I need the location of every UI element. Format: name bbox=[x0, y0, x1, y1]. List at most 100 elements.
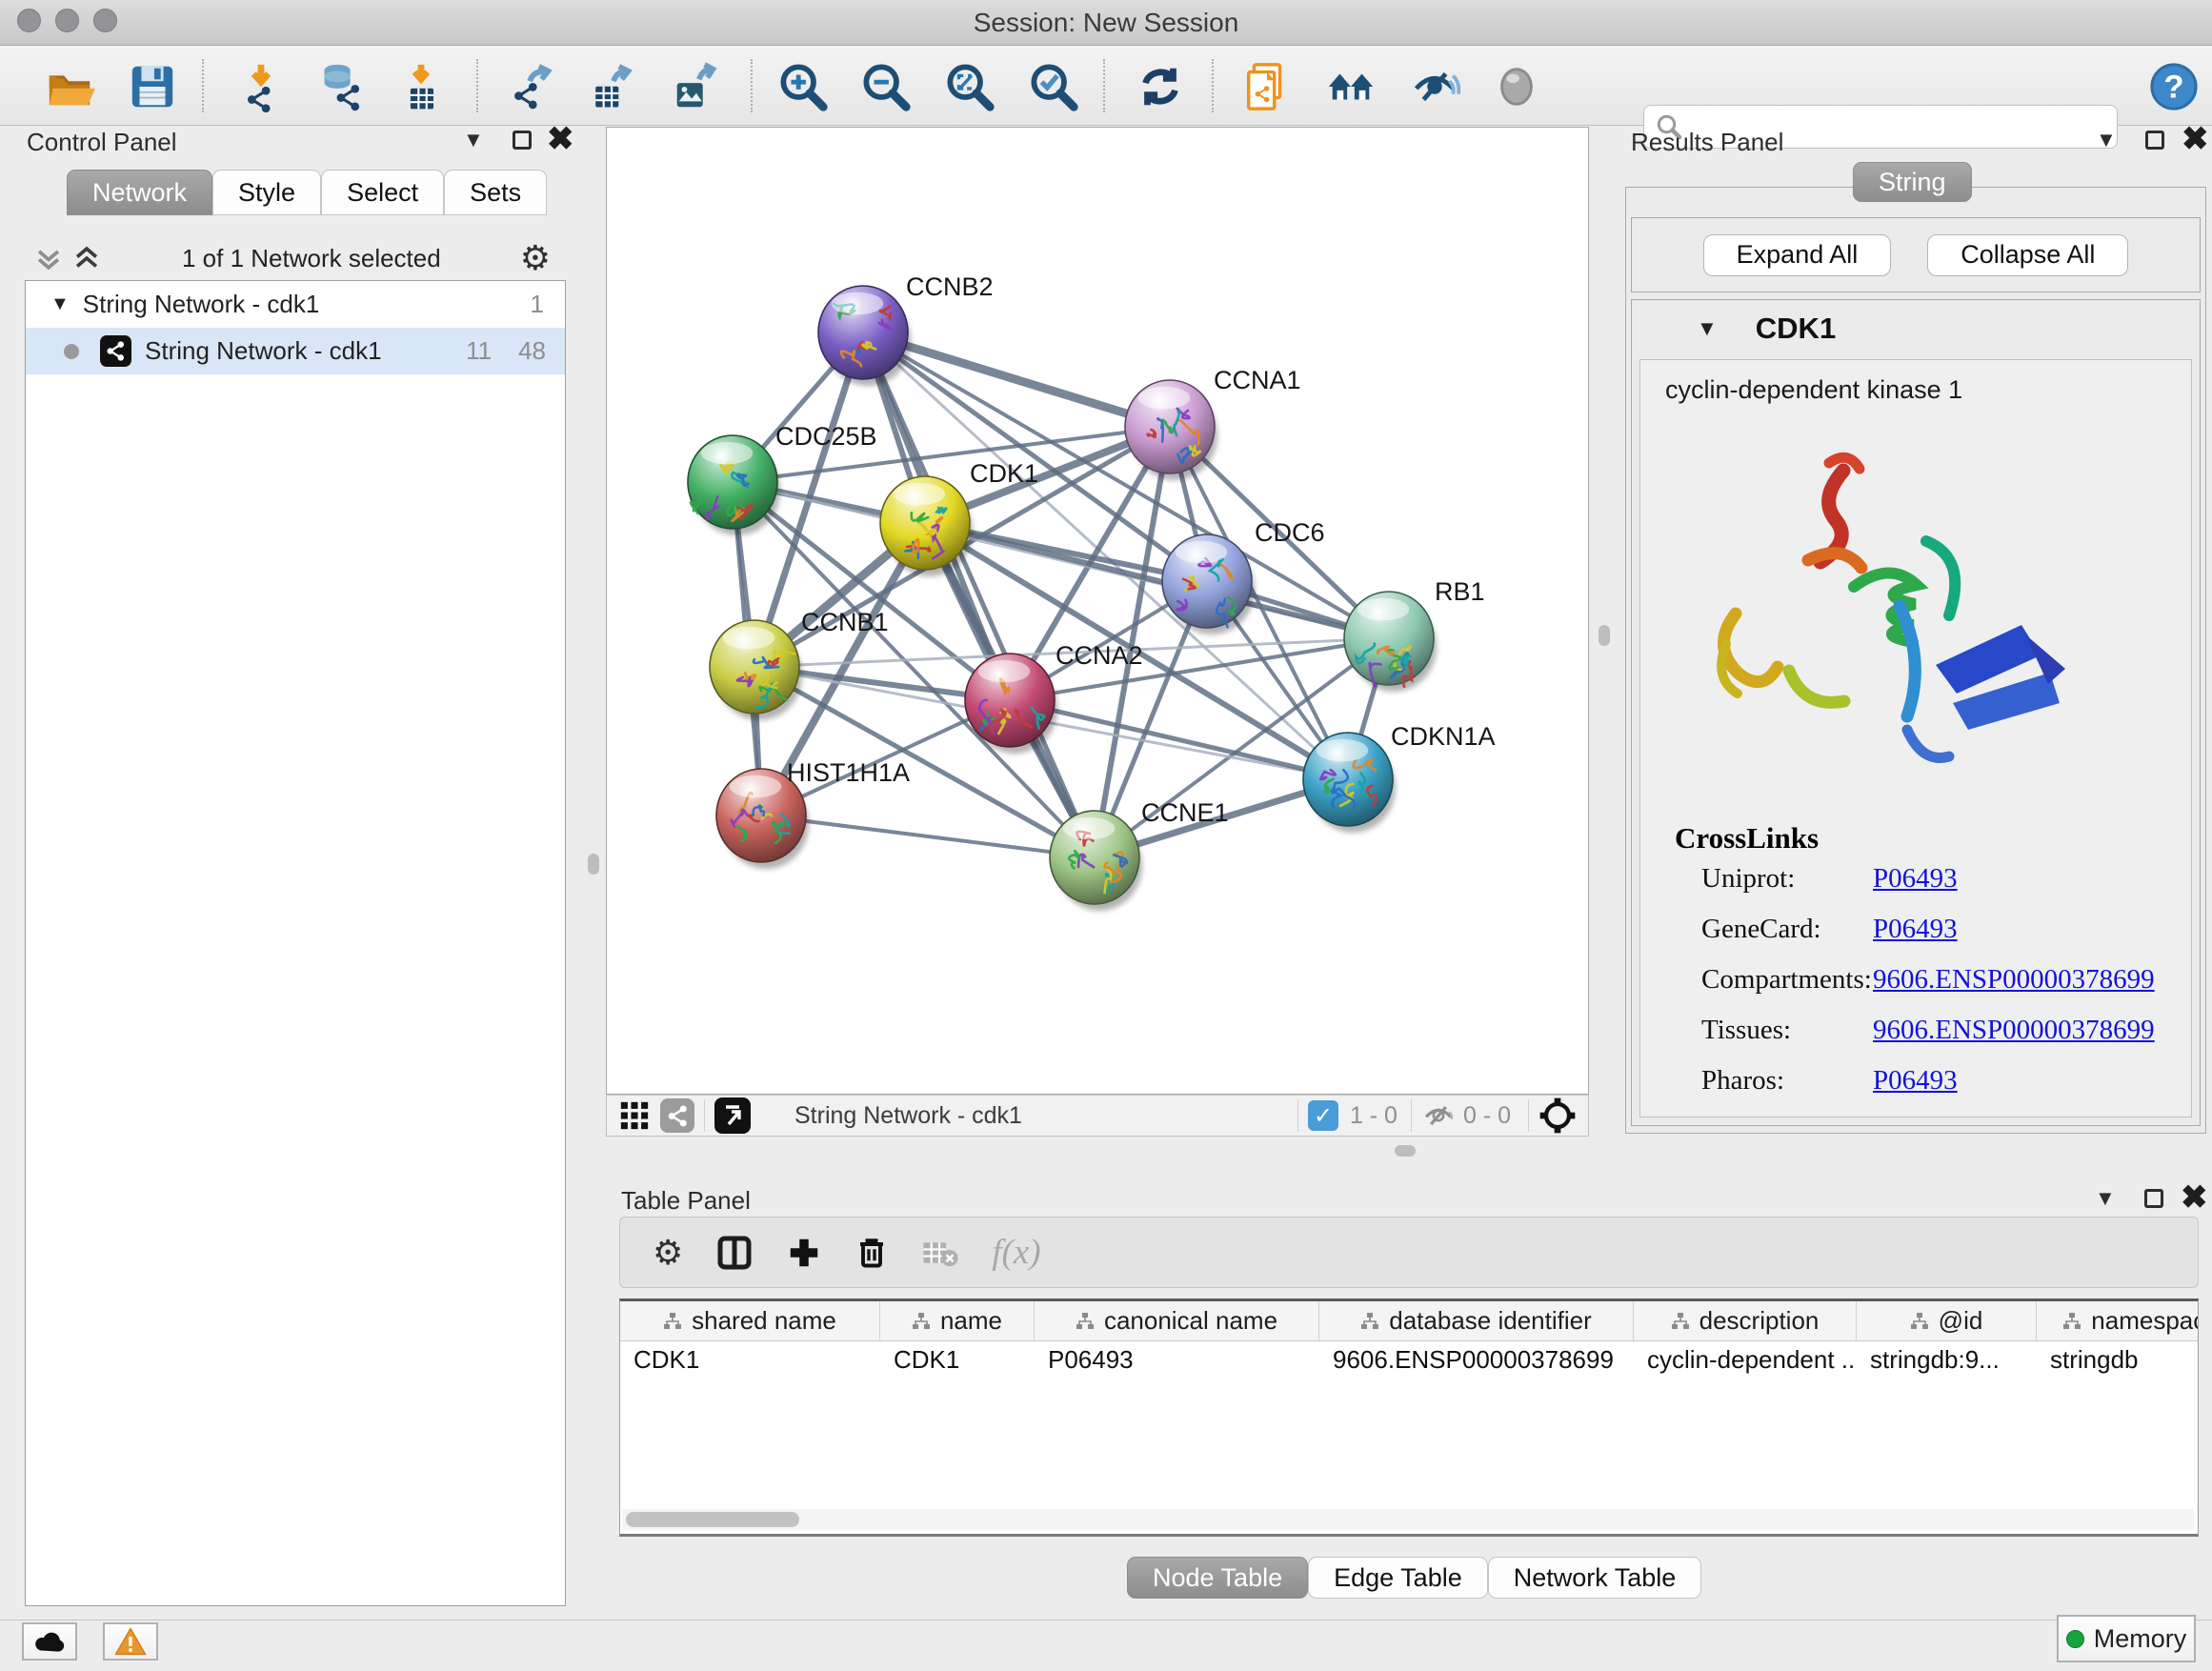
expand-all-button[interactable]: Expand All bbox=[1703, 234, 1892, 276]
import-network-from-database-button[interactable] bbox=[311, 58, 368, 115]
table-cell[interactable]: P06493 bbox=[1035, 1341, 1319, 1379]
export-image-button[interactable] bbox=[667, 58, 724, 115]
cloud-status-button[interactable] bbox=[22, 1622, 77, 1661]
column-header-shared-name[interactable]: shared name bbox=[620, 1301, 880, 1340]
save-session-button[interactable] bbox=[124, 58, 181, 115]
tab-style[interactable]: Style bbox=[212, 170, 321, 215]
tab-network-table[interactable]: Network Table bbox=[1488, 1557, 1702, 1599]
left-splitter-handle[interactable] bbox=[588, 854, 599, 875]
node-table-header: shared namenamecanonical namedatabase id… bbox=[620, 1301, 2198, 1341]
birdseye-view-icon[interactable] bbox=[1538, 1097, 1577, 1135]
node-table[interactable]: shared namenamecanonical namedatabase id… bbox=[619, 1299, 2199, 1537]
table-row[interactable]: CDK1CDK1P064939606.ENSP00000378699cyclin… bbox=[620, 1341, 2198, 1379]
table-cell[interactable]: CDK1 bbox=[620, 1341, 880, 1379]
node-label-cdkn1a: CDKN1A bbox=[1391, 722, 1496, 751]
table-settings-gear-icon[interactable]: ⚙ bbox=[653, 1236, 683, 1270]
export-table-button[interactable] bbox=[585, 58, 642, 115]
tab-network[interactable]: Network bbox=[67, 170, 212, 215]
column-type-icon bbox=[1910, 1312, 1929, 1331]
tab-node-table[interactable]: Node Table bbox=[1127, 1557, 1308, 1599]
table-cell[interactable]: 9606.ENSP00000378699 bbox=[1319, 1341, 1634, 1379]
grid-view-icon[interactable] bbox=[618, 1099, 651, 1132]
gene-section-header[interactable]: ▼ CDK1 bbox=[1632, 300, 2200, 357]
refresh-layout-button[interactable] bbox=[1132, 58, 1189, 115]
expand-all-icon[interactable] bbox=[70, 242, 103, 274]
network-row[interactable]: String Network - cdk1 11 48 bbox=[26, 328, 565, 374]
memory-button[interactable]: Memory bbox=[2057, 1615, 2196, 1662]
collapse-all-icon[interactable] bbox=[32, 242, 65, 274]
results-panel-float-icon[interactable] bbox=[2145, 131, 2164, 150]
node-gloss bbox=[1063, 817, 1116, 840]
network-edge[interactable] bbox=[761, 815, 1095, 857]
tab-edge-table[interactable]: Edge Table bbox=[1308, 1557, 1488, 1599]
string-import-button[interactable] bbox=[1238, 58, 1296, 115]
export-network-button[interactable] bbox=[503, 58, 560, 115]
import-table-button[interactable] bbox=[392, 58, 450, 115]
help-button[interactable]: ? bbox=[2145, 58, 2202, 115]
minimize-window-button[interactable] bbox=[55, 9, 79, 32]
bottom-splitter-handle[interactable] bbox=[1395, 1145, 1416, 1157]
network-collection-row[interactable]: ▼ String Network - cdk1 1 bbox=[26, 281, 565, 328]
table-cell[interactable]: stringdb:9... bbox=[1857, 1341, 2037, 1379]
zoom-out-button[interactable] bbox=[857, 58, 915, 115]
hide-unhide-button[interactable] bbox=[1406, 58, 1463, 115]
open-session-button[interactable] bbox=[41, 58, 98, 115]
column-header-description[interactable]: description bbox=[1634, 1301, 1857, 1340]
show-hide-panel-button[interactable] bbox=[1488, 58, 1545, 115]
zoom-window-button[interactable] bbox=[93, 9, 117, 32]
column-type-icon bbox=[2062, 1312, 2081, 1331]
table-panel-float-icon[interactable] bbox=[2144, 1189, 2163, 1208]
memory-label: Memory bbox=[2094, 1624, 2187, 1654]
column-header-namespace[interactable]: namespace bbox=[2037, 1301, 2199, 1340]
crosslink-tissues-link[interactable]: 9606.ENSP00000378699 bbox=[1873, 1015, 2155, 1046]
crosslink-uniprot-link[interactable]: P06493 bbox=[1873, 863, 1958, 895]
gene-disclosure-triangle-icon[interactable]: ▼ bbox=[1697, 316, 1718, 341]
table-panel-collapse-icon[interactable]: ▼ bbox=[2095, 1186, 2116, 1211]
network-options-gear-icon[interactable]: ⚙ bbox=[520, 241, 551, 275]
network-edge[interactable] bbox=[1010, 700, 1348, 779]
tab-string-results[interactable]: String bbox=[1853, 162, 1972, 202]
delete-column-trash-icon[interactable] bbox=[855, 1236, 889, 1270]
tab-sets[interactable]: Sets bbox=[444, 170, 547, 215]
create-column-plus-icon[interactable] bbox=[786, 1235, 822, 1271]
column-header-name[interactable]: name bbox=[880, 1301, 1035, 1340]
crosslink-genecard-link[interactable]: P06493 bbox=[1873, 914, 1958, 945]
close-window-button[interactable] bbox=[17, 9, 41, 32]
table-cell[interactable]: stringdb bbox=[2037, 1341, 2199, 1379]
table-cell[interactable]: cyclin-dependent ... bbox=[1634, 1341, 1857, 1379]
scrollbar-thumb[interactable] bbox=[626, 1512, 799, 1527]
collapse-all-button[interactable]: Collapse All bbox=[1927, 234, 2128, 276]
home-networks-button[interactable] bbox=[1322, 58, 1379, 115]
control-panel-tabs: Network Style Select Sets bbox=[67, 170, 547, 215]
warnings-button[interactable] bbox=[103, 1622, 158, 1661]
control-panel-title: Control Panel bbox=[27, 128, 177, 157]
results-panel-close-icon[interactable]: ✖ bbox=[2182, 130, 2209, 149]
zoom-in-button[interactable] bbox=[774, 58, 832, 115]
column-type-icon bbox=[1360, 1312, 1379, 1331]
selected-checkbox-icon[interactable]: ✓ bbox=[1308, 1100, 1338, 1131]
network-badge-icon[interactable] bbox=[660, 1098, 694, 1133]
open-in-window-icon[interactable] bbox=[714, 1097, 751, 1134]
table-panel-close-icon[interactable]: ✖ bbox=[2181, 1188, 2208, 1207]
right-splitter-handle[interactable] bbox=[1599, 625, 1610, 646]
crosslink-compartments-link[interactable]: 9606.ENSP00000378699 bbox=[1873, 964, 2155, 996]
import-network-button[interactable] bbox=[232, 58, 290, 115]
results-panel-collapse-icon[interactable]: ▼ bbox=[2096, 128, 2117, 152]
zoom-fit-button[interactable] bbox=[941, 58, 998, 115]
control-panel-collapse-icon[interactable]: ▼ bbox=[463, 128, 484, 152]
table-cell[interactable]: CDK1 bbox=[880, 1341, 1035, 1379]
crosslink-pharos-link[interactable]: P06493 bbox=[1873, 1065, 1958, 1097]
control-panel-float-icon[interactable] bbox=[513, 131, 532, 150]
gene-description: cyclin-dependent kinase 1 bbox=[1665, 375, 2191, 405]
table-horizontal-scrollbar[interactable] bbox=[622, 1509, 2194, 1530]
disclosure-triangle-icon[interactable]: ▼ bbox=[50, 293, 70, 315]
show-columns-icon[interactable] bbox=[715, 1234, 754, 1272]
column-header--id[interactable]: @id bbox=[1857, 1301, 2037, 1340]
crosslinks-title: CrossLinks bbox=[1675, 821, 1819, 856]
control-panel-close-icon[interactable]: ✖ bbox=[547, 130, 574, 149]
zoom-selected-button[interactable] bbox=[1025, 58, 1082, 115]
column-header-database-identifier[interactable]: database identifier bbox=[1319, 1301, 1634, 1340]
tab-select[interactable]: Select bbox=[321, 170, 444, 215]
column-header-canonical-name[interactable]: canonical name bbox=[1035, 1301, 1319, 1340]
string-tab-label[interactable]: String bbox=[1853, 162, 1972, 202]
